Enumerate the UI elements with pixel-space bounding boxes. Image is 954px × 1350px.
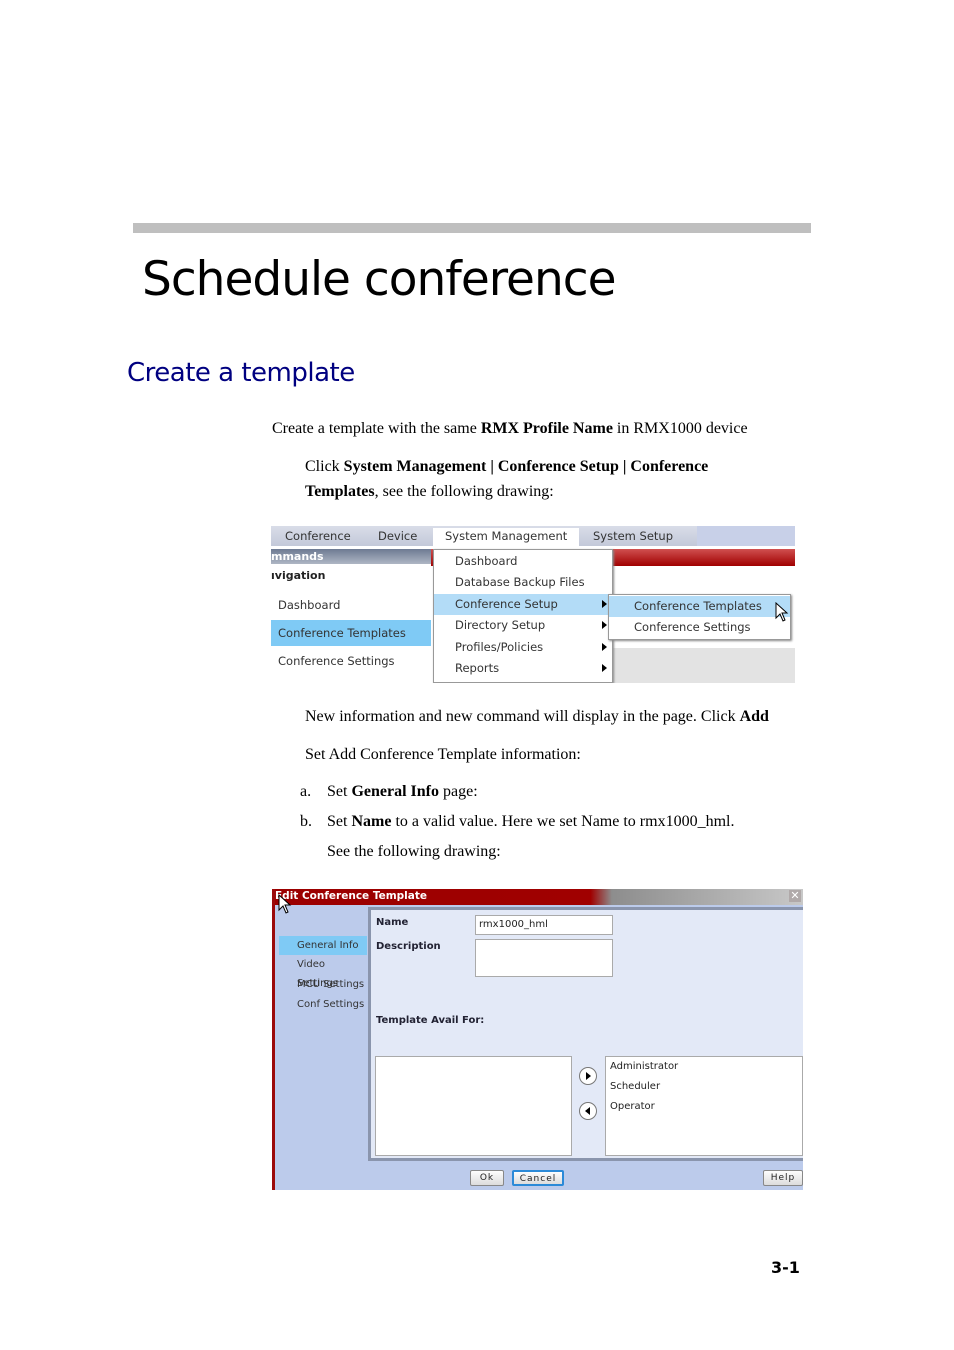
tab-system-management[interactable]: System Management (433, 528, 580, 546)
chapter-title: Schedule conference (142, 252, 617, 307)
list-item-b: Set Name to a valid value. Here we set N… (327, 813, 735, 830)
name-input[interactable]: rmx1000_hml (475, 915, 613, 935)
general-info-panel: Name rmx1000_hml Description Template Av… (368, 907, 803, 1161)
submenu-item-conference-templates[interactable]: Conference Templates (609, 596, 790, 617)
commands-label: mmands (271, 550, 324, 563)
description-input[interactable] (475, 939, 613, 977)
submenu-arrow-icon (602, 643, 607, 651)
list-marker-a: a. (300, 783, 312, 800)
section-title: Create a template (127, 358, 355, 388)
dialog-title: Edit Conference Template (275, 890, 427, 902)
tab-system-setup[interactable]: System Setup (593, 528, 673, 546)
conference-setup-submenu: Conference Templates Conference Settings (608, 594, 791, 640)
selected-roles-list[interactable] (375, 1056, 572, 1156)
step2-paragraph: New information and new command will dis… (305, 708, 769, 725)
move-left-button[interactable] (579, 1102, 597, 1120)
system-management-menu: Dashboard Database Backup Files Conferen… (433, 549, 613, 683)
submenu-arrow-icon (602, 664, 607, 672)
nav-item-conference-templates[interactable]: Conference Templates (271, 620, 431, 646)
menu-item-dashboard[interactable]: Dashboard (434, 551, 612, 572)
tab-conference[interactable]: Conference (285, 528, 351, 546)
side-item-general-info[interactable]: General Info (279, 936, 367, 955)
menu-item-directory-setup[interactable]: Directory Setup (434, 615, 612, 636)
close-icon[interactable]: ✕ (789, 890, 801, 902)
step1-paragraph: Click System Management | Conference Set… (305, 458, 709, 500)
mouse-cursor-icon (278, 894, 292, 914)
cancel-button[interactable]: Cancel (512, 1170, 564, 1186)
edit-template-dialog: Edit Conference Template ✕ General Info … (272, 889, 803, 1190)
submenu-arrow-icon (602, 621, 607, 629)
navigation-label: ıvigation (271, 569, 326, 582)
move-right-button[interactable] (579, 1067, 597, 1085)
tab-device[interactable]: Device (378, 528, 417, 546)
menu-item-database-backup-files[interactable]: Database Backup Files (434, 572, 612, 593)
see-drawing-text: See the following drawing: (327, 843, 501, 860)
description-label: Description (376, 941, 441, 952)
available-roles-list[interactable]: Administrator Scheduler Operator (605, 1056, 803, 1156)
mouse-cursor-icon (775, 602, 789, 622)
side-item-conf-settings[interactable]: Conf Settings (279, 995, 367, 1014)
submenu-item-conference-settings[interactable]: Conference Settings (609, 617, 790, 638)
ok-button[interactable]: Ok (470, 1170, 504, 1186)
menu-item-reports[interactable]: Reports (434, 658, 612, 679)
role-item-scheduler[interactable]: Scheduler (610, 1081, 660, 1092)
page-number: 3-1 (771, 1258, 800, 1277)
role-item-operator[interactable]: Operator (610, 1101, 655, 1112)
intro-paragraph: Create a template with the same RMX Prof… (272, 420, 748, 437)
list-item-a: Set General Info page: (327, 783, 478, 800)
name-label: Name (376, 917, 409, 928)
nav-item-dashboard[interactable]: Dashboard (271, 592, 431, 618)
menu-screenshot: Conference Device System Management Syst… (271, 526, 795, 683)
side-item-mcu-settings[interactable]: MCU Settings (279, 975, 367, 994)
step3-paragraph: Set Add Conference Template information: (305, 746, 581, 763)
submenu-arrow-icon (602, 600, 607, 608)
menu-item-conference-setup[interactable]: Conference Setup (434, 594, 612, 615)
menu-item-profiles-policies[interactable]: Profiles/Policies (434, 637, 612, 658)
nav-item-conference-settings[interactable]: Conference Settings (271, 648, 431, 674)
list-marker-b: b. (300, 813, 312, 830)
chapter-rule (133, 223, 811, 233)
role-item-administrator[interactable]: Administrator (610, 1061, 678, 1072)
template-avail-for-label: Template Avail For: (376, 1015, 485, 1026)
side-item-video-settings[interactable]: Video Settings (279, 955, 367, 989)
help-button[interactable]: Help (763, 1170, 803, 1186)
